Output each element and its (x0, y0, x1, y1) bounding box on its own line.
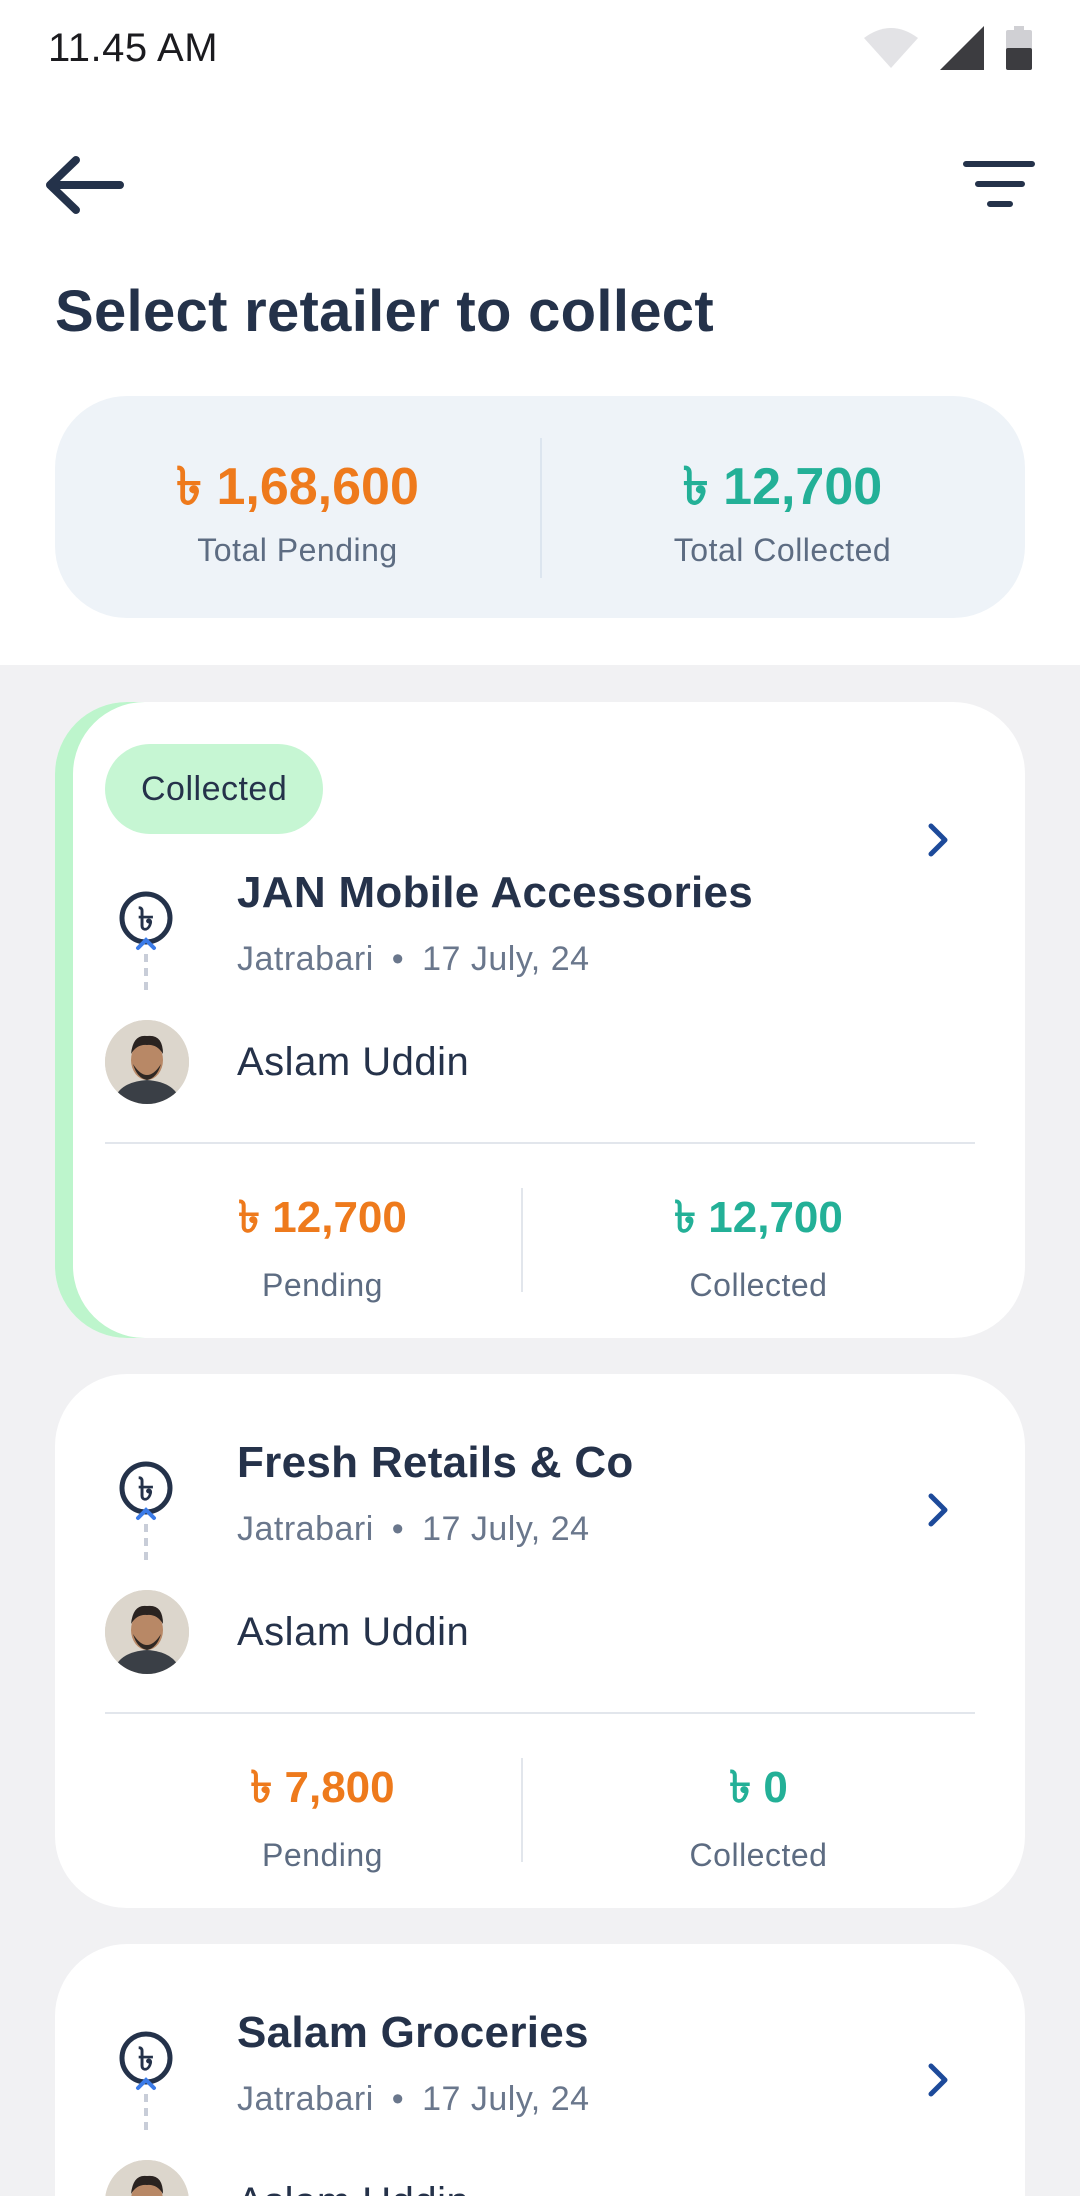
person-name: Aslam Uddin (237, 1040, 470, 1084)
total-pending: ৳ 1,68,600 Total Pending (55, 396, 540, 618)
pending-amount: ৳ 12,700 (238, 1193, 407, 1242)
collection-route-icon: ৳ (119, 2031, 173, 2136)
battery-icon (1006, 26, 1032, 70)
total-pending-amount: ৳ 1,68,600 (176, 458, 419, 516)
summary-card: ৳ 1,68,600 Total Pending ৳ 12,700 Total … (55, 396, 1025, 618)
status-bar: 11.45 AM (0, 0, 1080, 100)
status-icons (864, 26, 1032, 70)
retailer-date: 17 July, 24 (422, 1510, 590, 1548)
chevron-right-icon (928, 2063, 948, 2097)
svg-text:৳: ৳ (138, 2040, 154, 2078)
header-area: 11.45 AM Select retailer to collect ৳ 1,… (0, 0, 1080, 665)
card-divider (105, 1712, 975, 1714)
page-title: Select retailer to collect (55, 279, 714, 344)
collected-label: Collected (689, 1837, 828, 1873)
pending-column: ৳ 12,700 Pending (105, 1184, 540, 1304)
retailer-area: Jatrabari (237, 1510, 374, 1548)
collected-column: ৳ 12,700 Collected (541, 1184, 976, 1304)
collected-label: Collected (689, 1267, 828, 1303)
retailer-area: Jatrabari (237, 940, 374, 978)
pending-label: Pending (262, 1837, 383, 1873)
total-collected-label: Total Collected (673, 532, 892, 568)
retailer-meta: Jatrabari • 17 July, 24 (237, 2080, 590, 2119)
retailer-card[interactable]: ৳ Fresh Retails & Co Jatrabari • 17 July… (55, 1374, 1025, 1908)
total-collected-amount: ৳ 12,700 (682, 458, 883, 516)
person-name: Aslam Uddin (237, 1610, 470, 1654)
person-name: Aslam Uddin (237, 2180, 469, 2196)
meta-separator: • (391, 2080, 405, 2118)
filter-button[interactable] (960, 150, 1040, 220)
retailer-meta: Jatrabari • 17 July, 24 (237, 940, 590, 979)
retailer-card[interactable]: Collected ৳ JAN Mobile Accessories Jatra… (55, 702, 1025, 1338)
pending-label: Pending (262, 1267, 383, 1303)
retailer-name: JAN Mobile Accessories (237, 868, 754, 917)
retailer-date: 17 July, 24 (422, 940, 590, 978)
arrow-left-icon (46, 156, 124, 214)
status-badge: Collected (105, 744, 324, 834)
meta-separator: • (391, 1510, 405, 1548)
retailer-meta: Jatrabari • 17 July, 24 (237, 1510, 590, 1549)
collected-amount: ৳ 0 (729, 1763, 788, 1812)
retailer-name: Salam Groceries (237, 2008, 589, 2057)
wifi-icon (864, 28, 918, 68)
retailer-date: 17 July, 24 (422, 2080, 590, 2118)
collection-route-icon: ৳ (119, 1461, 173, 1566)
svg-text:৳: ৳ (138, 900, 154, 938)
retailer-area: Jatrabari (237, 2080, 374, 2118)
collected-column: ৳ 0 Collected (541, 1754, 976, 1874)
avatar (105, 1590, 189, 1674)
chevron-right-icon (928, 1493, 948, 1527)
status-time: 11.45 AM (48, 26, 219, 70)
total-collected: ৳ 12,700 Total Collected (540, 396, 1025, 618)
meta-separator: • (391, 940, 405, 978)
card-divider (105, 1142, 975, 1144)
retailer-name: Fresh Retails & Co (237, 1438, 634, 1487)
signal-icon (940, 26, 984, 70)
pending-amount: ৳ 7,800 (250, 1763, 395, 1812)
back-button[interactable] (40, 150, 130, 220)
total-pending-label: Total Pending (197, 532, 398, 568)
collected-amount: ৳ 12,700 (674, 1193, 843, 1242)
filter-icon (963, 161, 1035, 207)
avatar (105, 2160, 189, 2196)
chevron-right-icon (928, 823, 948, 857)
svg-text:৳: ৳ (138, 1470, 154, 1508)
collection-route-icon: ৳ (119, 891, 173, 996)
avatar (105, 1020, 189, 1104)
pending-column: ৳ 7,800 Pending (105, 1754, 540, 1874)
retailer-card[interactable]: ৳ Salam Groceries Jatrabari • 17 July, 2… (55, 1944, 1025, 2196)
